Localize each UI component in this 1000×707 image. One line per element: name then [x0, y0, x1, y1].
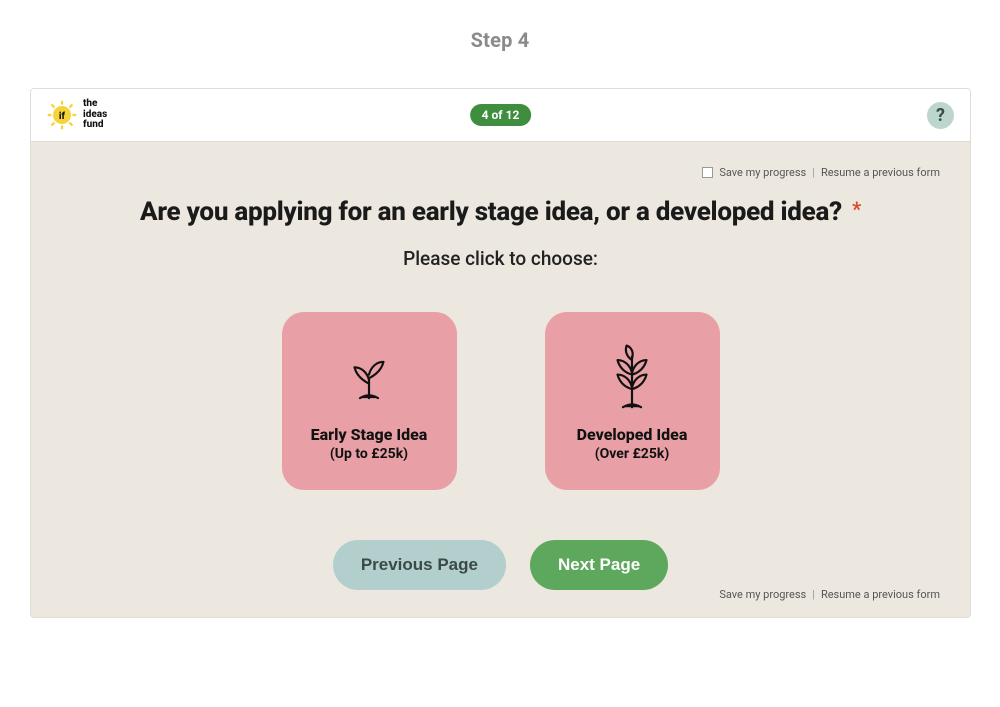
choice-title: Developed Idea	[577, 425, 688, 444]
choice-title: Early Stage Idea	[311, 425, 428, 444]
progress-pill: 4 of 12	[470, 104, 532, 126]
nav-row: Previous Page Next Page	[31, 540, 970, 590]
choice-subtitle: (Over £25k)	[595, 446, 670, 462]
separator: |	[812, 588, 815, 601]
save-progress-checkbox[interactable]	[702, 167, 713, 178]
resume-form-link[interactable]: Resume a previous form	[821, 166, 940, 179]
plant-icon	[603, 341, 661, 419]
brand-logo: if the ideas fund	[47, 99, 107, 131]
step-indicator: Step 4	[0, 0, 1000, 52]
save-progress-link-bottom[interactable]: Save my progress	[719, 588, 806, 601]
resume-form-link-bottom[interactable]: Resume a previous form	[821, 588, 940, 601]
help-button[interactable]: ?	[927, 102, 954, 129]
choice-developed[interactable]: Developed Idea (Over £25k)	[545, 312, 720, 490]
required-asterisk: *	[852, 197, 861, 221]
separator: |	[812, 166, 815, 179]
sprout-icon	[340, 341, 398, 419]
question-block: Are you applying for an early stage idea…	[31, 197, 970, 270]
brand-logo-text: the ideas fund	[83, 99, 107, 131]
save-progress-bar-bottom: Save my progress | Resume a previous for…	[31, 588, 970, 601]
save-progress-bar-top: Save my progress | Resume a previous for…	[31, 142, 970, 179]
question-subtitle: Please click to choose:	[71, 247, 930, 270]
svg-text:if: if	[59, 111, 66, 122]
choice-early-stage[interactable]: Early Stage Idea (Up to £25k)	[282, 312, 457, 490]
save-progress-link[interactable]: Save my progress	[719, 166, 806, 179]
next-page-button[interactable]: Next Page	[530, 540, 668, 590]
question-title-text: Are you applying for an early stage idea…	[140, 197, 842, 227]
form-header: if the ideas fund 4 of 12 ?	[31, 89, 970, 142]
previous-page-button[interactable]: Previous Page	[333, 540, 506, 590]
sun-icon: if	[47, 100, 77, 130]
help-icon: ?	[936, 105, 945, 126]
question-title: Are you applying for an early stage idea…	[71, 197, 930, 227]
choice-group: Early Stage Idea (Up to £25k) Develope	[31, 312, 970, 490]
form-card: if the ideas fund 4 of 12 ? Save my prog…	[30, 88, 971, 618]
choice-subtitle: (Up to £25k)	[330, 446, 408, 462]
